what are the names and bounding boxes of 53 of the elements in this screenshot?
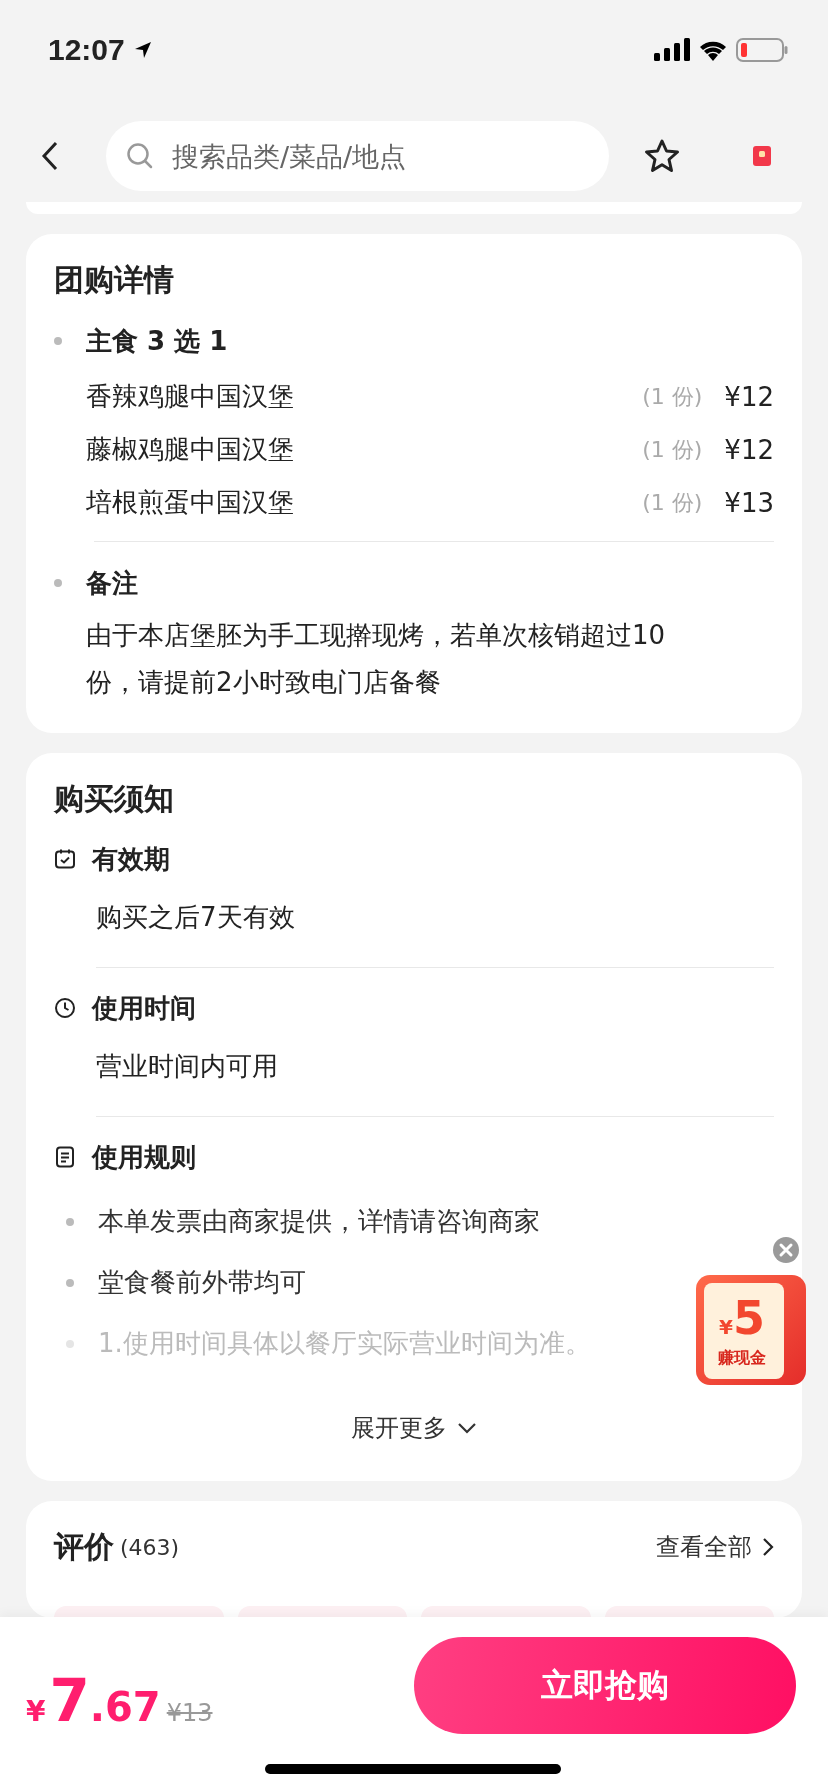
- document-icon: [54, 1146, 76, 1168]
- section-heading: 使用时间: [92, 991, 196, 1025]
- dish-quantity: (1 份): [642, 488, 703, 517]
- calendar-icon: [54, 848, 76, 870]
- price-integer: 7: [49, 1667, 90, 1735]
- dish-name: 香辣鸡腿中国汉堡: [86, 380, 295, 413]
- chevron-right-icon: [762, 1537, 774, 1557]
- card-title: 评价: [54, 1528, 114, 1566]
- rule-text: 1.使用时间具体以餐厅实际营业时间为准。: [98, 1327, 591, 1360]
- chevron-down-icon: [457, 1422, 477, 1434]
- review-count: (463): [120, 1534, 180, 1560]
- card-title: 购买须知: [54, 780, 175, 818]
- back-icon[interactable]: [40, 140, 60, 172]
- signal-icon: [654, 38, 690, 62]
- star-icon[interactable]: [643, 138, 681, 174]
- bullet-dot: [66, 1217, 74, 1226]
- dish-quantity: (1 份): [642, 435, 703, 464]
- rule-text: 本单发票由商家提供，详情请咨询商家: [98, 1205, 540, 1238]
- battery-icon: [736, 38, 788, 62]
- bullet-dot: [66, 1339, 74, 1348]
- dish-name: 藤椒鸡腿中国汉堡: [86, 433, 295, 466]
- note-text: 由于本店堡胚为手工现擀现烤，若单次核销超过10份，请提前2小时致电门店备餐: [85, 619, 667, 699]
- section-heading: 使用规则: [92, 1140, 196, 1174]
- search-field[interactable]: 搜索品类/菜品/地点: [106, 121, 609, 191]
- expand-more-link[interactable]: 展开更多: [345, 1406, 483, 1450]
- dish-price: ¥12: [724, 381, 774, 412]
- price-currency: ¥: [26, 1695, 46, 1728]
- dish-price: ¥13: [724, 487, 774, 518]
- coupon-label: 赚现金: [718, 1346, 766, 1369]
- status-time: 12:07: [48, 33, 125, 67]
- clock-icon: [54, 997, 76, 1019]
- buy-now-button[interactable]: 立即抢购: [414, 1637, 796, 1734]
- original-price: ¥13: [166, 1699, 213, 1727]
- price-decimal: .67: [89, 1684, 161, 1730]
- close-icon[interactable]: [772, 1236, 800, 1264]
- card-title: 团购详情: [54, 261, 175, 299]
- coupon-currency: ¥: [719, 1314, 733, 1339]
- bullet-dot: [54, 579, 62, 587]
- section-text: 购买之后7天有效: [95, 901, 296, 934]
- dish-name: 培根煎蛋中国汉堡: [86, 486, 295, 519]
- bullet-dot: [54, 337, 62, 345]
- section-text: 营业时间内可用: [95, 1050, 279, 1083]
- rule-text: 堂食餐前外带均可: [98, 1266, 306, 1299]
- group-heading: 主食 3 选 1: [86, 324, 228, 358]
- bullet-dot: [66, 1278, 74, 1287]
- section-heading: 有效期: [92, 842, 170, 876]
- dish-price: ¥12: [724, 434, 774, 465]
- cash-coupon-badge[interactable]: ¥5 赚现金: [696, 1275, 806, 1385]
- envelope-icon[interactable]: [753, 146, 771, 166]
- group-heading: 备注: [86, 566, 138, 600]
- coupon-amount: 5: [732, 1291, 765, 1344]
- dish-quantity: (1 份): [642, 382, 703, 411]
- view-all-link[interactable]: 查看全部: [656, 1531, 774, 1563]
